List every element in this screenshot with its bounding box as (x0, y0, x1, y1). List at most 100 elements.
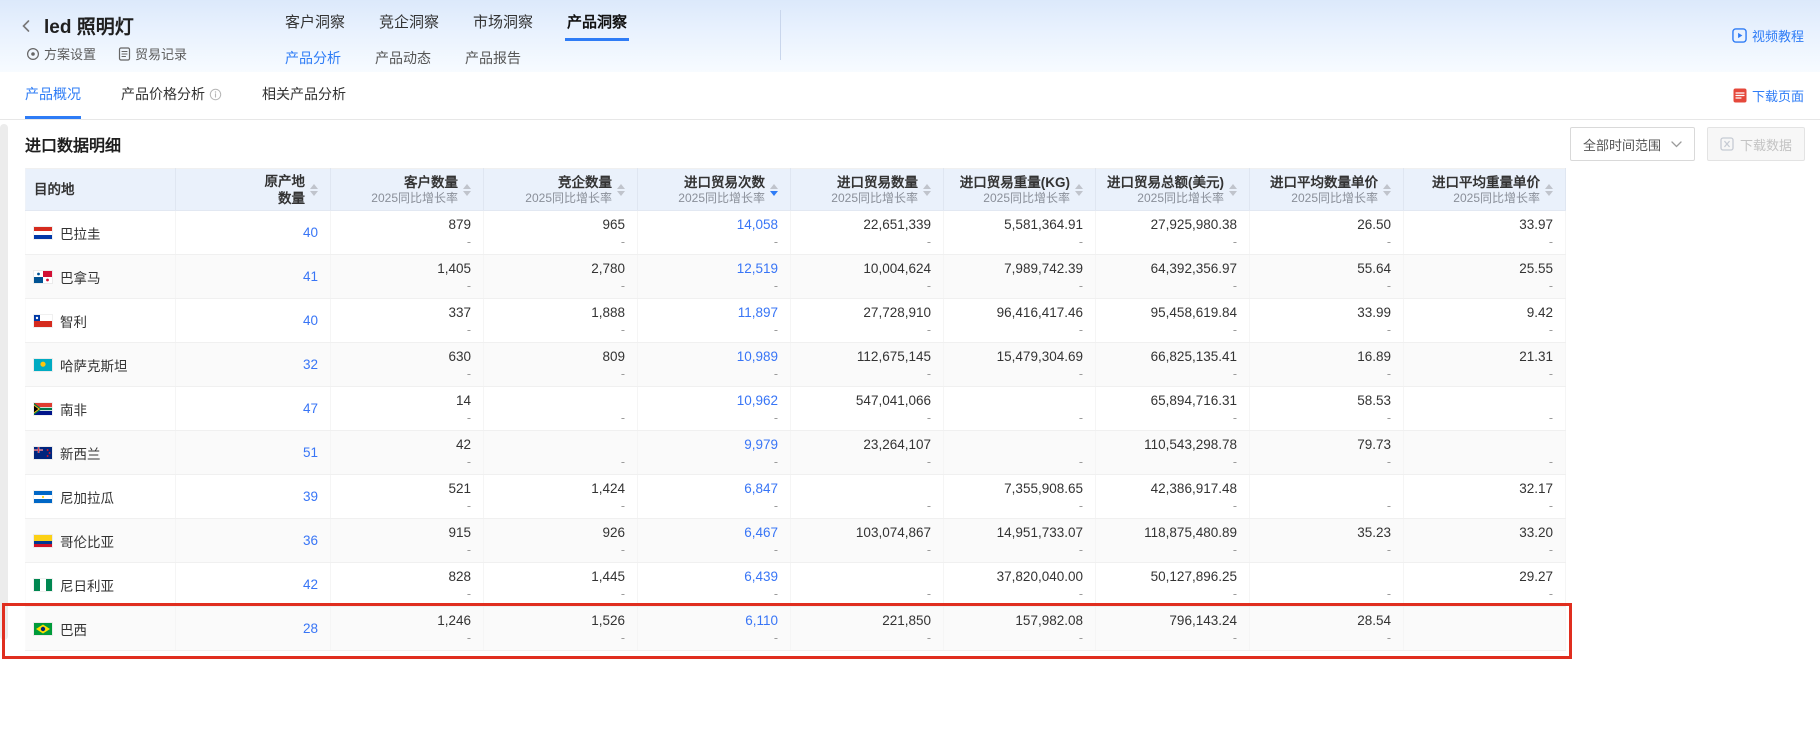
info-icon[interactable] (209, 88, 222, 101)
cell-value: 25.55 (1519, 259, 1553, 278)
value-cell-import-avg-weight-price: 9.42- (1404, 299, 1566, 343)
cell-value: 96,416,417.46 (997, 303, 1083, 322)
nav-tab-competitor-insight[interactable]: 竞企洞察 (377, 6, 441, 41)
import-trade-times-link[interactable]: 11,897 (738, 303, 778, 322)
origin-count-link[interactable]: 51 (303, 443, 318, 462)
download-page-link[interactable]: 下载页面 (1733, 72, 1804, 119)
import-trade-times-link[interactable]: 12,519 (737, 259, 778, 278)
cell-value: 221,850 (882, 611, 931, 630)
sort-icon[interactable] (1075, 184, 1083, 196)
trade-records-link[interactable]: 贸易记录 (118, 44, 187, 63)
table-header-row: 目的地原产地数量客户数量2025同比增长率竞企数量2025同比增长率进口贸易次数… (26, 169, 1566, 211)
origin-count-link[interactable]: 40 (303, 311, 318, 330)
origin-count-link[interactable]: 42 (303, 575, 318, 594)
cell-value: 22,651,339 (863, 215, 931, 234)
value-cell-customer-count: 879- (331, 211, 484, 255)
tab-product-price-analysis[interactable]: 产品价格分析 (121, 72, 222, 119)
table-row-highlighted: 巴西281,246-1,526-6,110-221,850-157,982.08… (26, 607, 1566, 651)
cell-growth-rate: - (467, 498, 471, 515)
cell-growth-rate: - (621, 454, 625, 471)
origin-count-cell: 47 (176, 387, 331, 431)
destination-label: 巴拉圭 (60, 223, 101, 243)
import-trade-times-link[interactable]: 10,989 (737, 347, 778, 366)
import-trade-times-link[interactable]: 9,979 (744, 435, 778, 454)
import-trade-times-link[interactable]: 10,962 (737, 391, 778, 410)
column-header-import-avg-weight-price[interactable]: 进口平均重量单价2025同比增长率 (1404, 169, 1566, 211)
origin-count-link[interactable]: 47 (303, 399, 318, 418)
nav-tab-customer-insight[interactable]: 客户洞察 (283, 6, 347, 41)
import-trade-times-link[interactable]: 6,467 (744, 523, 778, 542)
destination-label: 智利 (60, 311, 87, 331)
origin-count-link[interactable]: 32 (303, 355, 318, 374)
sort-icon[interactable] (1545, 184, 1553, 196)
tab-product-overview-label: 产品概况 (25, 84, 81, 104)
cell-value: 27,925,980.38 (1151, 215, 1237, 234)
excel-icon (1720, 137, 1734, 151)
cell-value: 33.20 (1519, 523, 1553, 542)
nav-tab-market-insight[interactable]: 市场洞察 (471, 6, 535, 41)
cell-value: 50,127,896.25 (1151, 567, 1237, 586)
table-row: 巴拿马411,405-2,780-12,519-10,004,624-7,989… (26, 255, 1566, 299)
value-cell-customer-count: 42- (331, 431, 484, 475)
sort-icon[interactable] (617, 184, 625, 196)
value-cell-import-avg-weight-price: - (1404, 387, 1566, 431)
scheme-settings-link[interactable]: 方案设置 (26, 44, 96, 63)
column-header-origin-count[interactable]: 原产地数量 (176, 169, 331, 211)
sort-icon[interactable] (1383, 184, 1391, 196)
cell-growth-rate: - (1387, 630, 1391, 647)
section-title: 进口数据明细 (25, 132, 121, 156)
value-cell-import-avg-quantity-price: - (1250, 475, 1404, 519)
tab-related-product-analysis[interactable]: 相关产品分析 (262, 72, 346, 119)
origin-count-link[interactable]: 36 (303, 531, 318, 550)
import-trade-times-link[interactable]: 6,847 (744, 479, 778, 498)
cell-growth-rate: - (927, 366, 931, 383)
cell-growth-rate: - (621, 366, 625, 383)
vertical-scrollbar[interactable] (0, 124, 8, 640)
column-header-import-trade-amount-usd[interactable]: 进口贸易总额(美元)2025同比增长率 (1096, 169, 1250, 211)
import-trade-times-link[interactable]: 6,110 (745, 611, 778, 630)
sort-icon[interactable] (310, 184, 318, 196)
origin-count-link[interactable]: 28 (303, 619, 318, 638)
origin-count-link[interactable]: 41 (303, 267, 318, 286)
cell-growth-rate: - (774, 542, 778, 559)
import-trade-times-link[interactable]: 14,058 (737, 215, 778, 234)
cell-value: 55.64 (1357, 259, 1391, 278)
destination-label: 新西兰 (60, 443, 101, 463)
destination-label: 哥伦比亚 (60, 531, 114, 551)
cell-growth-rate: - (1233, 586, 1237, 603)
value-cell-import-avg-weight-price: 25.55- (1404, 255, 1566, 299)
value-cell-competitor-count: 1,424- (484, 475, 638, 519)
value-cell-import-avg-quantity-price: 33.99- (1250, 299, 1404, 343)
column-header-import-trade-quantity[interactable]: 进口贸易数量2025同比增长率 (791, 169, 944, 211)
back-chevron-icon[interactable] (18, 17, 36, 35)
value-cell-import-trade-quantity: 22,651,339- (791, 211, 944, 255)
value-cell-import-trade-amount-usd: 796,143.24- (1096, 607, 1250, 651)
cell-value: 965 (602, 215, 625, 234)
value-cell-customer-count: 915- (331, 519, 484, 563)
cell-value: 9.42 (1527, 303, 1553, 322)
destination-cell: 智利 (26, 299, 176, 343)
column-header-import-trade-times[interactable]: 进口贸易次数2025同比增长率 (638, 169, 791, 211)
column-header-import-trade-weight-kg[interactable]: 进口贸易重量(KG)2025同比增长率 (944, 169, 1096, 211)
column-header-customer-count[interactable]: 客户数量2025同比增长率 (331, 169, 484, 211)
column-header-import-avg-quantity-price[interactable]: 进口平均数量单价2025同比增长率 (1250, 169, 1404, 211)
video-tutorial-link[interactable]: 视频教程 (1732, 26, 1804, 45)
cl-flag-icon (34, 315, 52, 327)
download-data-button[interactable]: 下载数据 (1707, 127, 1805, 161)
column-header-competitor-count[interactable]: 竞企数量2025同比增长率 (484, 169, 638, 211)
sort-icon[interactable] (463, 184, 471, 196)
cell-value: 95,458,619.84 (1151, 303, 1237, 322)
top-header: led 照明灯 方案设置 贸易记录 客户洞察 竞企洞察 市场洞察 产 (0, 0, 1820, 72)
cell-growth-rate: - (774, 366, 778, 383)
tab-product-overview[interactable]: 产品概况 (25, 72, 81, 119)
time-range-select[interactable]: 全部时间范围 (1570, 127, 1695, 161)
nav-tab-product-insight[interactable]: 产品洞察 (565, 6, 629, 41)
table-row: 尼日利亚42828-1,445-6,439--37,820,040.00-50,… (26, 563, 1566, 607)
sort-icon[interactable] (770, 184, 778, 196)
origin-count-link[interactable]: 39 (303, 487, 318, 506)
sort-icon[interactable] (1229, 184, 1237, 196)
co-flag-icon (34, 535, 52, 547)
origin-count-link[interactable]: 40 (303, 223, 318, 242)
sort-icon[interactable] (923, 184, 931, 196)
import-trade-times-link[interactable]: 6,439 (744, 567, 778, 586)
